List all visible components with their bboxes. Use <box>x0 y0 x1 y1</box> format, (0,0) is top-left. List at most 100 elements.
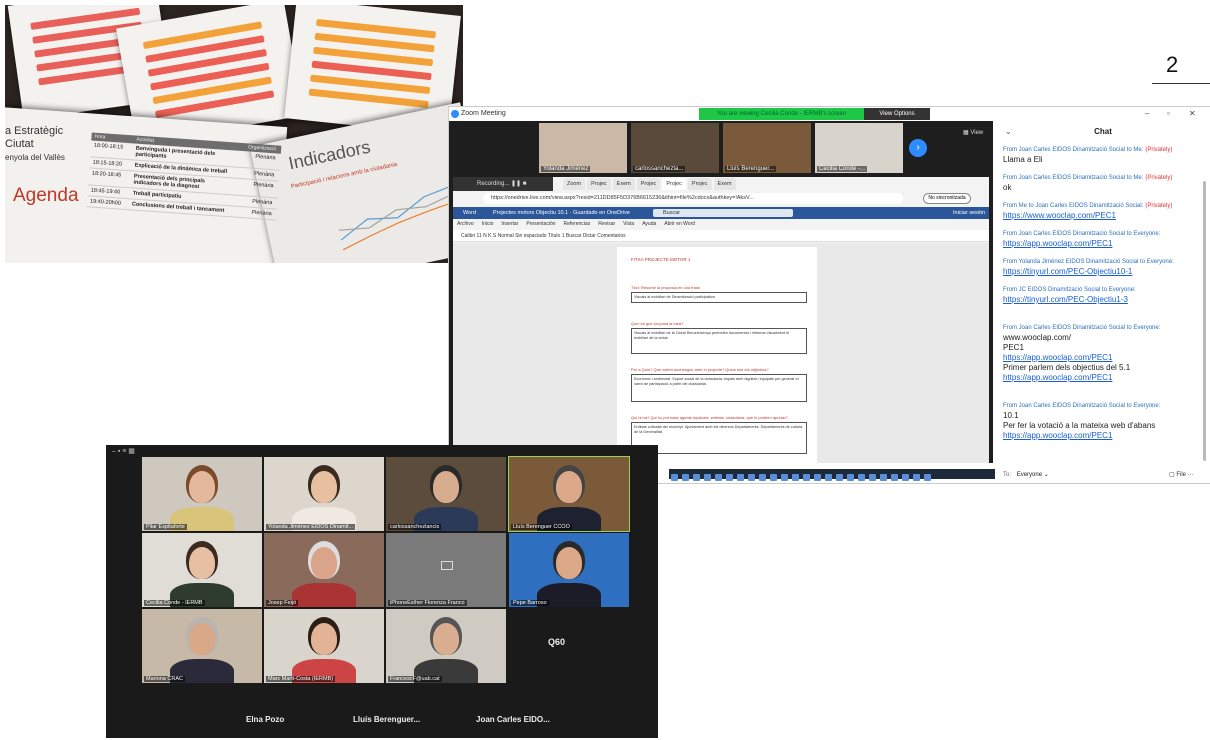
browser-tab[interactable]: Exem <box>612 178 635 190</box>
shared-screen-area: Yolanda Jiménez carlossanchezta... Lluís… <box>449 121 993 463</box>
chat-message: From Joan Carles EIDOS Dinamització Soci… <box>1003 147 1173 164</box>
participant-video-tile[interactable]: iPhoneEsther Florenza Franco <box>386 533 506 607</box>
participant-name[interactable]: Lluís Berenguer... <box>353 715 420 724</box>
participant-video-tile[interactable]: Mariona CRAC <box>142 609 262 683</box>
participant-video-tile[interactable]: carlossanchezlancis <box>386 457 506 531</box>
word-app-name[interactable]: Word <box>463 207 476 219</box>
ribbon-tab[interactable]: Ayuda <box>642 221 656 227</box>
participant-thumbnail[interactable]: Yolanda Jiménez <box>539 123 627 173</box>
participant-video-tile[interactable]: Cecilia Conde - IERMB <box>142 533 262 607</box>
document-name[interactable]: Projectes motors Objectiu 10.1 · Guardad… <box>493 207 630 219</box>
windows-taskbar <box>669 469 995 481</box>
view-button[interactable]: ▦ View <box>963 129 983 136</box>
browser-tab[interactable]: Exem <box>713 178 736 190</box>
participant-video-tile[interactable]: Josep Feijó <box>264 533 384 607</box>
ribbon-tab[interactable]: Referencias <box>564 221 591 227</box>
ribbon-tab[interactable]: Inicio <box>482 221 494 227</box>
chat-message: From Joan Carles EIDOS Dinamització Soci… <box>1003 175 1173 192</box>
ribbon-tab[interactable]: Archivo <box>457 221 474 227</box>
participant-thumbnail[interactable]: carlossanchezta... <box>631 123 719 173</box>
participant-video-tile[interactable]: Pilar Espitaforte <box>142 457 262 531</box>
ribbon-toolbar[interactable]: Calibri 11 N K S Normal Sin espaciado Tí… <box>453 230 989 242</box>
doc-answer-box[interactable]: Visuals al mobiliari de Dinamització par… <box>631 292 807 303</box>
address-bar[interactable]: https://onedrive.live.com/view.aspx?resi… <box>483 193 903 204</box>
participant-video-tile[interactable]: Yolanda Jiménez EIDOS Dinamit... <box>264 457 384 531</box>
viewing-banner: You are viewing Cecilia Conde - IERMB's … <box>699 108 864 120</box>
participant-video-tile[interactable]: Lluís Berenguer CCOO <box>508 456 630 532</box>
view-options-button[interactable]: View Options <box>864 108 930 120</box>
gallery-window-controls[interactable]: – ▪ ≡ ▦ <box>112 447 135 455</box>
sync-status-button[interactable]: No sincronitzada <box>923 193 971 204</box>
page-rule <box>1152 83 1210 84</box>
search-input[interactable]: Buscar <box>653 209 793 217</box>
participant-face <box>311 547 337 579</box>
browser-tab[interactable]: Projec <box>587 178 611 190</box>
browser-tab[interactable]: Projec <box>687 178 712 190</box>
ribbon-tabs: Archivo Inicio Insertar Presentación Ref… <box>457 221 695 227</box>
doc-answer-box[interactable]: Visuals al mobiliari de la Ciutat Recone… <box>631 328 807 354</box>
document-page[interactable]: FITXA PROJECTE MOTOR 1 Títol: Resumir la… <box>617 247 817 463</box>
recording-indicator[interactable]: Recording... ❚❚ ■ <box>453 177 553 191</box>
chat-panel: ⌄ Chat From Joan Carles EIDOS Dinamitzac… <box>995 121 1210 483</box>
chat-footer: To: Everyone ⌄ ▢ File ··· <box>1003 471 1203 478</box>
participant-video-tile[interactable]: FrancescF@uab.cat <box>386 609 506 683</box>
participant-name-label: Cecilia Conde - IERMB <box>144 600 205 606</box>
chat-message: From JC EIDOS Dinamització Social to Eve… <box>1003 285 1203 305</box>
participant-body <box>292 583 356 607</box>
participant-name-label: Pilar Espitaforte <box>144 524 187 530</box>
participant-thumbnail[interactable]: Lluís Berenguer... <box>723 123 811 173</box>
chat-link[interactable]: https://tinyurl.com/PEC-Objectiu10-1 <box>1003 267 1203 277</box>
participant-name-label: Mariona CRAC <box>144 676 185 682</box>
ribbon-tab[interactable]: Vista <box>623 221 634 227</box>
participant-thumbnail[interactable]: Cecilia Conde -... <box>815 123 903 173</box>
ribbon-tab[interactable]: Presentación <box>526 221 555 227</box>
chat-link[interactable]: https://www.wooclap.com/PEC1 <box>1003 211 1203 221</box>
chat-message: From Me to Joan Carles EIDOS Dinamitzaci… <box>1003 201 1203 221</box>
participant-face <box>556 471 582 503</box>
doc-heading: FITXA PROJECTE MOTOR 1 <box>631 257 691 262</box>
to-label: To: <box>1003 472 1012 478</box>
file-button[interactable]: ▢ File ··· <box>1169 471 1194 478</box>
zoom-gallery-view: – ▪ ≡ ▦ Pilar Espitaforte Yolanda Jiménez… <box>106 445 658 738</box>
doc-answer-box[interactable]: Econòmic i ambiental. Suport social de l… <box>631 374 807 402</box>
restore-icon[interactable]: ▫ <box>1167 109 1170 118</box>
sign-in-link[interactable]: Iniciar sesión <box>953 207 985 219</box>
participant-face <box>189 547 215 579</box>
participant-name[interactable]: Elna Pozo <box>246 715 284 724</box>
page-number: 2 <box>1166 52 1179 77</box>
zoom-titlebar: Zoom Meeting You are viewing Cecilia Con… <box>449 107 1210 121</box>
org-title: a Estratègic Ciutat enyola del Vallès <box>5 125 65 162</box>
doc-question: Títol: Resumir la proposta en una frase <box>631 285 701 290</box>
chat-link[interactable]: https://app.wooclap.com/PEC1 <box>1003 239 1203 249</box>
participant-name-label: FrancescF@uab.cat <box>388 676 442 682</box>
next-participants-arrow-icon[interactable]: › <box>909 139 927 157</box>
participant-name[interactable]: Joan Carles EIDO... <box>476 715 550 724</box>
chat-link[interactable]: https://tinyurl.com/PEC-Objectiu1-3 <box>1003 295 1203 305</box>
participant-video-tile[interactable]: Pepe Barroso <box>509 533 629 607</box>
participant-name-label: iPhoneEsther Florenza Franco <box>388 600 467 606</box>
recipient-select[interactable]: Everyone ⌄ <box>1017 472 1049 478</box>
ribbon-tab[interactable]: Revisar <box>598 221 615 227</box>
chat-message: From Joan Carles EIDOS Dinamització Soci… <box>1003 401 1203 441</box>
ribbon-tab[interactable]: Abrir en Word <box>664 221 695 227</box>
ribbon-tab[interactable]: Insertar <box>501 221 518 227</box>
browser-tab-active[interactable]: Projec <box>662 178 686 190</box>
agenda-title: Agenda <box>13 185 79 206</box>
document-canvas: FITXA PROJECTE MOTOR 1 Títol: Resumir la… <box>453 243 989 463</box>
chat-link[interactable]: https://app.wooclap.com/PEC1 <box>1003 373 1203 383</box>
participant-video-tile[interactable]: Marc Martí-Costa (IERMB) <box>264 609 384 683</box>
minimize-icon[interactable]: – <box>1145 109 1149 118</box>
chat-scrollbar[interactable] <box>1203 181 1206 461</box>
browser-tab[interactable]: Zoom <box>563 178 586 190</box>
chat-message: From Joan Carles EIDOS Dinamització Soci… <box>1003 323 1203 383</box>
chat-link[interactable]: https://app.wooclap.com/PEC1 <box>1003 431 1203 441</box>
browser-window: Recording... ❚❚ ■ Zoom Projec Exem Proje… <box>453 177 989 463</box>
chat-link[interactable]: https://app.wooclap.com/PEC1 <box>1003 353 1203 363</box>
browser-tab[interactable]: Projec <box>636 178 661 190</box>
participant-name-label: Josep Feijó <box>266 600 299 606</box>
participant-face <box>189 471 215 503</box>
participant-face <box>189 623 215 655</box>
doc-question: Qui hi ha? Qui ho pot estar agents impli… <box>631 415 788 420</box>
chat-message: From Yolanda Jiménez EIDOS Dinamització … <box>1003 257 1203 277</box>
close-icon[interactable]: ✕ <box>1189 109 1196 118</box>
